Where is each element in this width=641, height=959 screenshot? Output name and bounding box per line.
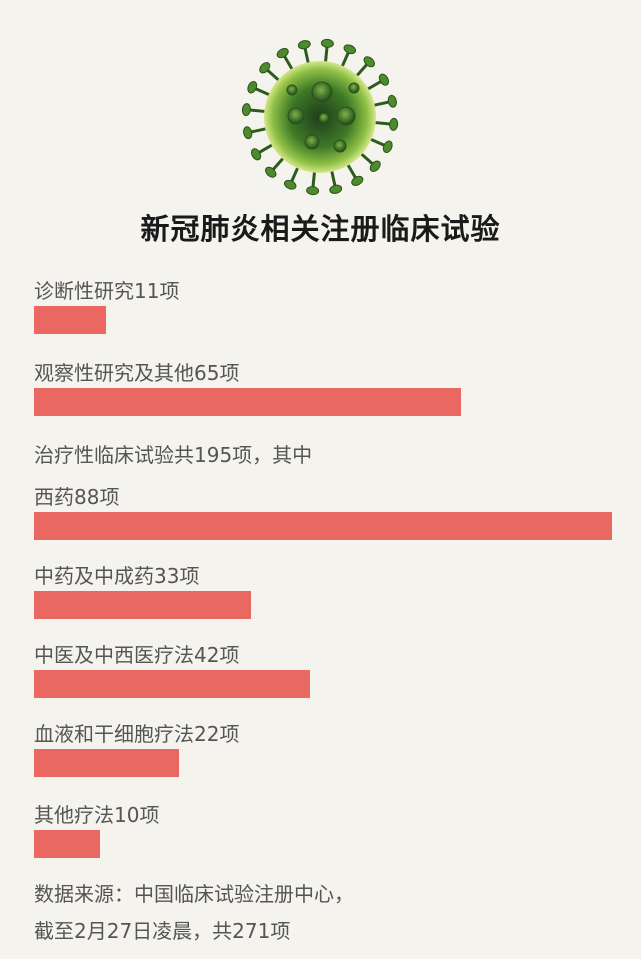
source-line-1: 数据来源：中国临床试验注册中心， — [34, 882, 354, 906]
subheading: 治疗性临床试验共195项，其中 — [34, 443, 313, 467]
bar — [34, 512, 612, 540]
bar-label: 西药88项 — [34, 485, 120, 509]
virus-icon — [241, 38, 399, 196]
bar-label: 其他疗法10项 — [34, 803, 160, 827]
bar-label: 中医及中西医疗法42项 — [34, 643, 240, 667]
chart-title: 新冠肺炎相关注册临床试验 — [140, 212, 501, 246]
bar-label: 诊断性研究11项 — [34, 279, 180, 303]
bar — [34, 591, 251, 619]
bar — [34, 306, 106, 334]
bar-label: 观察性研究及其他65项 — [34, 361, 240, 385]
bar — [34, 830, 100, 858]
bar — [34, 388, 461, 416]
bar — [34, 670, 310, 698]
bar — [34, 749, 179, 777]
bar-label: 血液和干细胞疗法22项 — [34, 722, 240, 746]
bar-label: 中药及中成药33项 — [34, 564, 200, 588]
source-line-2: 截至2月27日凌晨，共271项 — [34, 919, 291, 943]
